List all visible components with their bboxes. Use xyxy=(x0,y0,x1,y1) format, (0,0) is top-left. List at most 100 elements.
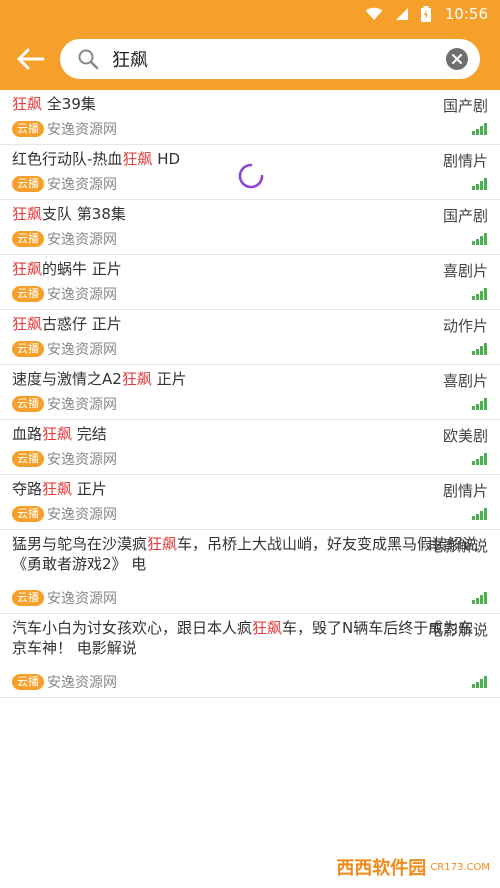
list-item[interactable]: 狂飙古惑仔 正片 动作片 云播 安逸资源网 xyxy=(0,310,500,365)
result-title: 狂飙支队 第38集 xyxy=(12,204,488,224)
result-meta: 云播 安逸资源网 xyxy=(12,672,117,692)
watermark-logo: 西西软件园 CR173.COM xyxy=(336,854,490,880)
signal-strength-icon xyxy=(472,508,487,520)
result-meta: 云播 安逸资源网 xyxy=(12,504,117,524)
search-input[interactable] xyxy=(112,48,446,70)
loading-spinner-icon xyxy=(236,161,266,191)
title-text: 古惑仔 正片 xyxy=(42,315,122,333)
title-text: 血路 xyxy=(12,425,43,443)
highlight-keyword: 狂飙 xyxy=(12,315,43,333)
source-label: 安逸资源网 xyxy=(47,507,117,523)
category-label: 喜剧片 xyxy=(442,372,488,390)
signal-strength-icon xyxy=(472,288,487,300)
title-text: 全39集 xyxy=(42,95,96,113)
list-item[interactable]: 狂飙支队 第38集 国产剧 云播 安逸资源网 xyxy=(0,200,500,255)
signal-strength-icon xyxy=(472,676,487,688)
result-title: 狂飙古惑仔 正片 xyxy=(12,314,488,334)
search-header xyxy=(0,28,500,90)
source-label: 安逸资源网 xyxy=(47,342,117,358)
list-item[interactable]: 血路狂飙 完结 欧美剧 云播 安逸资源网 xyxy=(0,420,500,475)
highlight-keyword: 狂飙 xyxy=(122,150,153,168)
category-label: 剧情片 xyxy=(442,152,488,170)
signal-icon xyxy=(395,7,409,21)
status-bar: 10:56 xyxy=(0,0,500,28)
arrow-left-icon xyxy=(17,48,45,70)
source-label: 安逸资源网 xyxy=(47,397,117,413)
category-label: 动作片 xyxy=(442,317,488,335)
highlight-keyword: 狂飙 xyxy=(42,480,73,498)
cloud-play-badge: 云播 xyxy=(12,176,44,192)
highlight-keyword: 狂飙 xyxy=(12,260,43,278)
category-label: 电影解说 xyxy=(427,621,488,639)
signal-strength-icon xyxy=(472,592,487,604)
highlight-keyword: 狂飙 xyxy=(42,425,73,443)
list-item[interactable]: 猛男与鸵鸟在沙漠疯狂飙车，吊桥上大战山峭，好友变成黑马假装解说《勇敢者游戏2》 … xyxy=(0,530,500,614)
result-meta: 云播 安逸资源网 xyxy=(12,449,117,469)
title-text: 红色行动队-热血 xyxy=(12,150,123,168)
highlight-keyword: 狂飙 xyxy=(12,95,43,113)
result-meta: 云播 安逸资源网 xyxy=(12,588,117,608)
search-box[interactable] xyxy=(60,39,480,79)
clear-button[interactable] xyxy=(446,48,468,70)
cloud-play-badge: 云播 xyxy=(12,674,44,690)
source-label: 安逸资源网 xyxy=(47,452,117,468)
title-text: 夺路 xyxy=(12,480,43,498)
signal-strength-icon xyxy=(472,123,487,135)
title-text: 的蜗牛 正片 xyxy=(42,260,122,278)
source-label: 安逸资源网 xyxy=(47,675,117,691)
result-meta: 云播 安逸资源网 xyxy=(12,119,117,139)
battery-icon xyxy=(420,6,431,22)
source-label: 安逸资源网 xyxy=(47,177,117,193)
cloud-play-badge: 云播 xyxy=(12,396,44,412)
category-label: 国产剧 xyxy=(442,207,488,225)
back-button[interactable] xyxy=(12,41,48,77)
category-label: 电影解说 xyxy=(427,537,488,555)
result-title: 夺路狂飙 正片 xyxy=(12,479,488,499)
highlight-keyword: 狂飙 xyxy=(12,205,43,223)
cloud-play-badge: 云播 xyxy=(12,451,44,467)
result-meta: 云播 安逸资源网 xyxy=(12,174,117,194)
list-item[interactable]: 狂飙的蜗牛 正片 喜剧片 云播 安逸资源网 xyxy=(0,255,500,310)
cloud-play-badge: 云播 xyxy=(12,286,44,302)
signal-strength-icon xyxy=(472,178,487,190)
search-icon xyxy=(76,47,100,71)
highlight-keyword: 狂飙 xyxy=(121,370,152,388)
list-item[interactable]: 夺路狂飙 正片 剧情片 云播 安逸资源网 xyxy=(0,475,500,530)
signal-strength-icon xyxy=(472,453,487,465)
result-title: 汽车小白为讨女孩欢心，跟日本人疯狂飙车，毁了N辆车后终于成为东京车神！ 电影解说 xyxy=(12,618,488,658)
wifi-icon xyxy=(365,7,383,21)
signal-strength-icon xyxy=(472,398,487,410)
title-text: 猛男与鸵鸟在沙漠疯 xyxy=(12,535,148,553)
result-meta: 云播 安逸资源网 xyxy=(12,284,117,304)
result-meta: 云播 安逸资源网 xyxy=(12,339,117,359)
cloud-play-badge: 云播 xyxy=(12,121,44,137)
category-label: 欧美剧 xyxy=(442,427,488,445)
close-icon xyxy=(452,54,462,64)
highlight-keyword: 狂飙 xyxy=(147,535,178,553)
source-label: 安逸资源网 xyxy=(47,122,117,138)
title-text: 正片 xyxy=(151,370,187,388)
category-label: 国产剧 xyxy=(442,97,488,115)
list-item[interactable]: 速度与激情之A2狂飙 正片 喜剧片 云播 安逸资源网 xyxy=(0,365,500,420)
title-text: 汽车小白为讨女孩欢心，跟日本人疯 xyxy=(12,619,253,637)
signal-strength-icon xyxy=(472,343,487,355)
source-label: 安逸资源网 xyxy=(47,591,117,607)
list-item[interactable]: 汽车小白为讨女孩欢心，跟日本人疯狂飙车，毁了N辆车后终于成为东京车神！ 电影解说… xyxy=(0,614,500,698)
result-title: 狂飙 全39集 xyxy=(12,94,488,114)
result-title: 狂飙的蜗牛 正片 xyxy=(12,259,488,279)
result-title: 速度与激情之A2狂飙 正片 xyxy=(12,369,488,389)
title-text: 完结 xyxy=(72,425,107,443)
title-text: HD xyxy=(152,150,181,168)
cloud-play-badge: 云播 xyxy=(12,341,44,357)
cloud-play-badge: 云播 xyxy=(12,590,44,606)
list-item[interactable]: 狂飙 全39集 国产剧 云播 安逸资源网 xyxy=(0,90,500,145)
signal-strength-icon xyxy=(472,233,487,245)
source-label: 安逸资源网 xyxy=(47,287,117,303)
highlight-keyword: 狂飙 xyxy=(252,619,283,637)
cloud-play-badge: 云播 xyxy=(12,231,44,247)
status-time: 10:56 xyxy=(444,5,488,23)
result-meta: 云播 安逸资源网 xyxy=(12,229,117,249)
title-text: 速度与激情之A2 xyxy=(12,370,122,388)
title-text: 支队 第38集 xyxy=(42,205,126,223)
result-title: 血路狂飙 完结 xyxy=(12,424,488,444)
